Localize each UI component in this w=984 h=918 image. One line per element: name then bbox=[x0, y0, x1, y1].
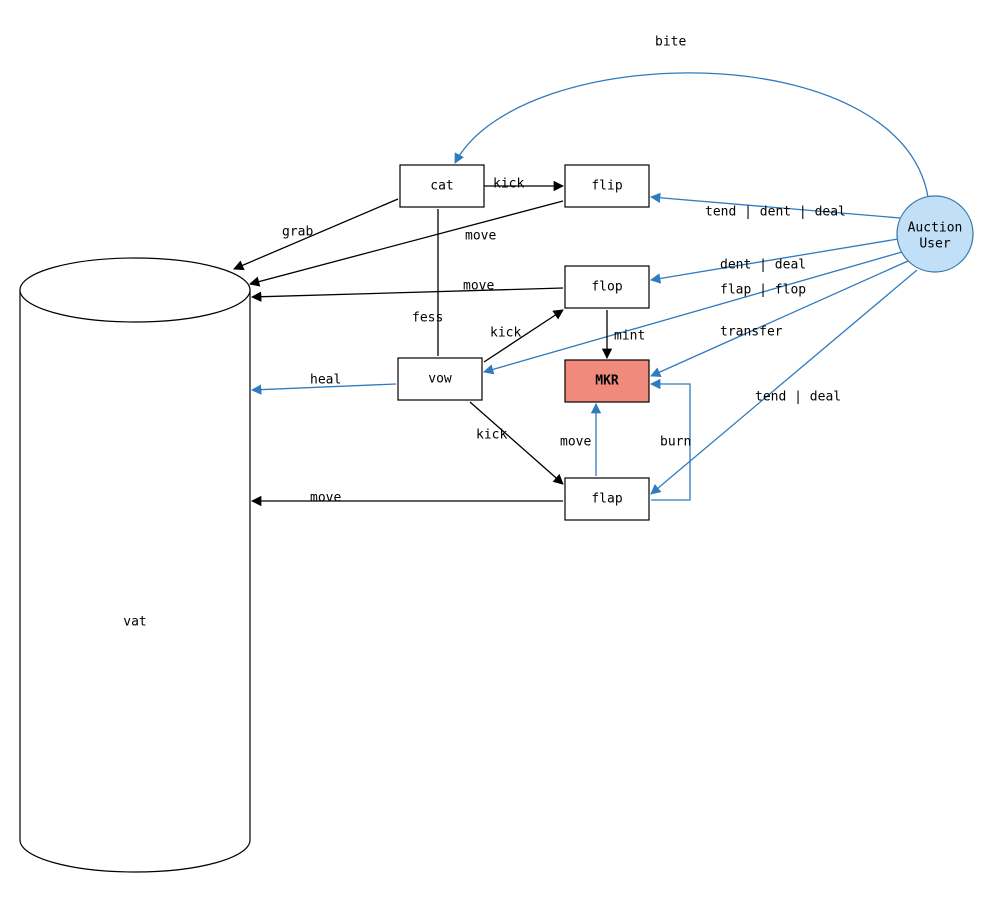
edge-kick-vow-flap bbox=[470, 402, 563, 484]
edge-bite bbox=[455, 73, 928, 197]
edge-grab bbox=[234, 199, 398, 269]
edge-fess-label: fess bbox=[412, 311, 443, 326]
node-vat: vat bbox=[20, 258, 250, 872]
edge-tend-deal bbox=[651, 270, 917, 494]
edge-tend-dent-deal-label: tend | dent | deal bbox=[705, 205, 846, 220]
node-flip: flip bbox=[565, 165, 649, 207]
node-flop: flop bbox=[565, 266, 649, 308]
flip-label: flip bbox=[591, 179, 622, 194]
node-vow: vow bbox=[398, 358, 482, 400]
edge-flap-flop bbox=[484, 252, 902, 372]
mkr-label: MKR bbox=[595, 374, 619, 389]
flop-label: flop bbox=[591, 280, 622, 295]
edge-transfer-label: transfer bbox=[720, 325, 783, 340]
edge-kick-cat-flip-label: kick bbox=[493, 177, 524, 192]
auction-user-line1: Auction bbox=[908, 221, 963, 236]
node-auction-user: Auction User bbox=[897, 196, 973, 272]
edge-move-flap-vat-label: move bbox=[310, 491, 341, 506]
edge-bite-label: bite bbox=[655, 35, 686, 50]
edge-flap-flop-label: flap | flop bbox=[720, 283, 806, 298]
edge-tend-deal-label: tend | deal bbox=[755, 390, 841, 405]
edge-transfer bbox=[651, 261, 908, 376]
edge-move-flop-vat-label: move bbox=[463, 279, 494, 294]
flap-label: flap bbox=[591, 492, 622, 507]
edge-kick-vow-flop-label: kick bbox=[490, 326, 521, 341]
vat-label: vat bbox=[123, 615, 146, 630]
edge-move-flip-vat-label: move bbox=[465, 229, 496, 244]
node-cat: cat bbox=[400, 165, 484, 207]
edge-kick-vow-flap-label: kick bbox=[476, 428, 507, 443]
edge-grab-label: grab bbox=[282, 225, 313, 240]
edge-burn-label: burn bbox=[660, 435, 691, 450]
auction-user-line2: User bbox=[919, 237, 950, 252]
edge-dent-deal-label: dent | deal bbox=[720, 258, 806, 273]
edge-heal-label: heal bbox=[310, 373, 341, 388]
node-mkr: MKR bbox=[565, 360, 649, 402]
edge-move-flap-mkr-label: move bbox=[560, 435, 591, 450]
diagram-canvas: vat Auction User cat flip flop vow MKR f… bbox=[0, 0, 984, 918]
edge-mint-label: mint bbox=[614, 329, 645, 344]
node-flap: flap bbox=[565, 478, 649, 520]
vow-label: vow bbox=[428, 372, 452, 387]
cat-label: cat bbox=[430, 179, 453, 194]
edge-move-flop-vat bbox=[252, 288, 563, 297]
